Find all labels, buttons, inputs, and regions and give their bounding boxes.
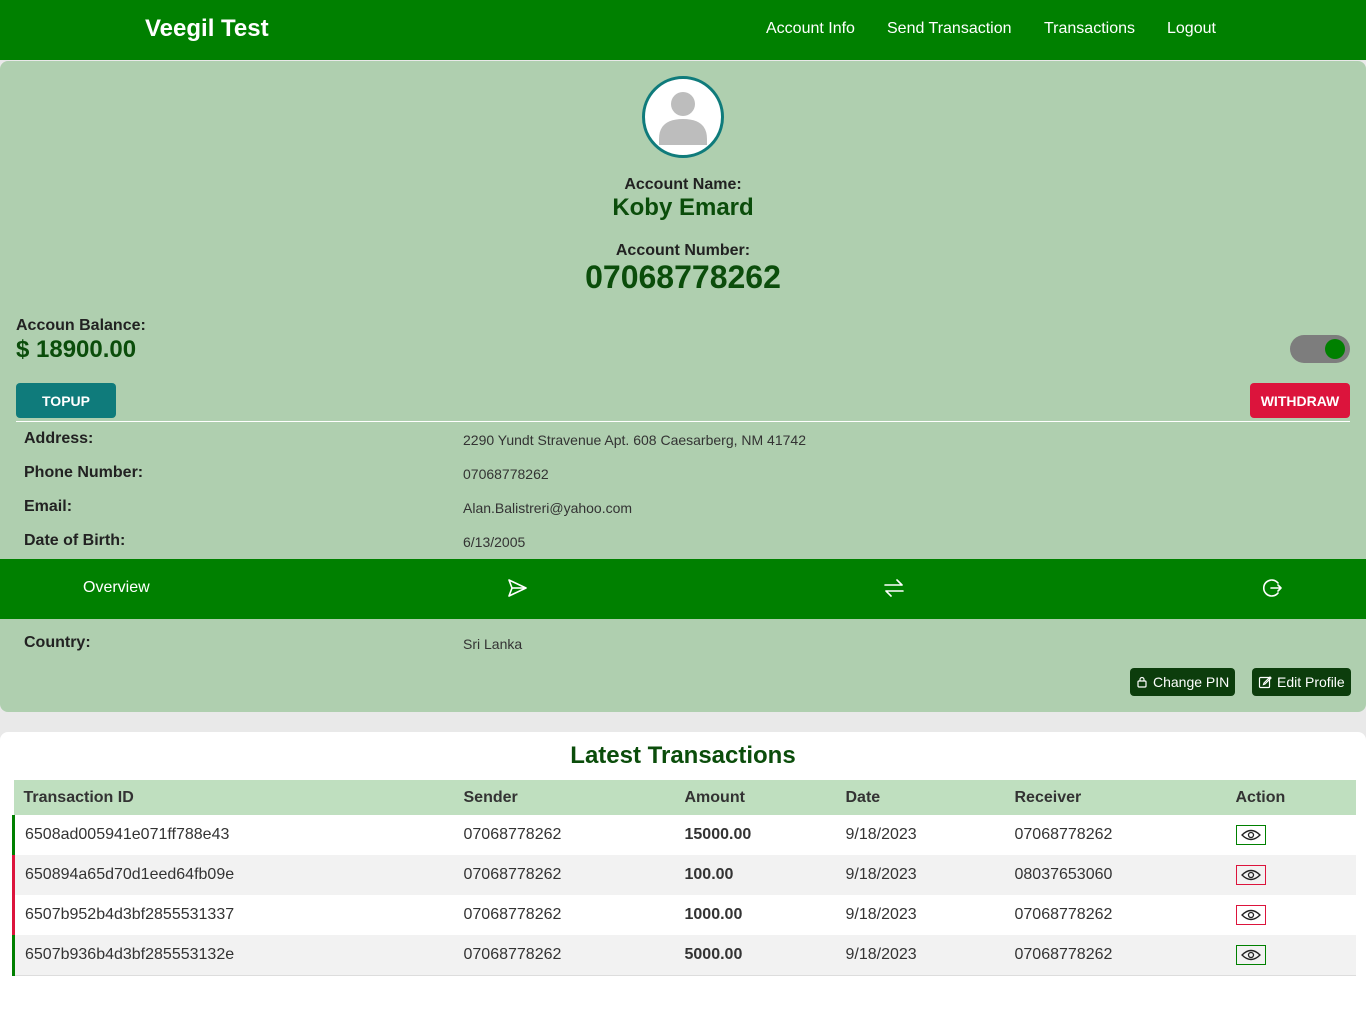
user-avatar-icon	[659, 92, 707, 145]
edit-icon	[1258, 676, 1272, 689]
latest-transactions-panel: Latest Transactions Transaction ID Sende…	[0, 732, 1366, 1036]
tx-sender: 07068778262	[463, 826, 562, 843]
view-transaction-button[interactable]	[1235, 865, 1266, 885]
tx-sender: 07068778262	[463, 906, 562, 923]
view-transaction-button[interactable]	[1235, 905, 1266, 925]
avatar	[642, 76, 724, 158]
tx-amount: 100.00	[674, 855, 836, 895]
tx-amount: 1000.00	[684, 906, 743, 923]
tx-id: 6507b952b4d3bf2855531337	[25, 906, 235, 923]
eye-icon	[1240, 909, 1261, 921]
col-date: Date	[835, 780, 1005, 815]
col-receiver: Receiver	[1004, 780, 1226, 815]
account-name-label: Account Name:	[624, 176, 742, 193]
table-row: 6507b936b4d3bf285553132e 07068778262 500…	[13, 935, 1356, 976]
phone-value: 07068778262	[463, 466, 549, 482]
topup-button[interactable]: TOPUP	[16, 383, 116, 418]
tx-id: 650894a65d70d1eed64fb09e	[13, 855, 454, 895]
balance-label: Accoun Balance:	[16, 317, 146, 334]
top-navbar: Veegil Test Account Info Send Transactio…	[0, 0, 1366, 60]
address-value: 2290 Yundt Stravenue Apt. 608 Caesarberg…	[463, 432, 806, 448]
col-transaction-id: Transaction ID	[13, 780, 454, 815]
eye-icon	[1240, 949, 1261, 960]
account-number: 07068778262	[585, 259, 781, 295]
balance-value: $ 18900.00	[16, 336, 137, 363]
table-header-row: Transaction ID Sender Amount Date Receiv…	[13, 780, 1356, 815]
view-transaction-button[interactable]	[1235, 944, 1266, 965]
col-action: Action	[1225, 780, 1356, 815]
transactions-table: Transaction ID Sender Amount Date Receiv…	[12, 780, 1356, 976]
send-icon[interactable]	[505, 576, 529, 600]
address-label: Address:	[24, 430, 94, 447]
tx-id: 6507b936b4d3bf285553132e	[13, 935, 454, 976]
change-pin-button[interactable]: Change PIN	[1130, 668, 1236, 696]
nav-send-transaction[interactable]: Send Transaction	[887, 20, 1012, 38]
transactions-title: Latest Transactions	[570, 742, 796, 769]
col-amount: Amount	[674, 780, 836, 815]
tx-receiver: 08037653060	[1004, 855, 1226, 895]
tx-sender: 07068778262	[453, 855, 675, 895]
table-row: 6507b952b4d3bf2855531337 07068778262 100…	[13, 895, 1357, 935]
table-row: 650894a65d70d1eed64fb09e 07068778262 100…	[13, 855, 1356, 895]
email-value: Alan.Balistreri@yahoo.com	[463, 500, 633, 516]
edit-profile-button[interactable]: Edit Profile	[1252, 668, 1351, 696]
eye-icon	[1240, 869, 1261, 881]
tx-id: 6508ad005941e071ff788e43	[25, 826, 230, 843]
country-value: Sri Lanka	[463, 636, 523, 652]
divider	[16, 421, 1350, 422]
tab-overview[interactable]: Overview	[83, 579, 150, 597]
view-transaction-button[interactable]	[1235, 825, 1266, 845]
email-label: Email:	[24, 498, 73, 515]
transfer-icon[interactable]	[882, 576, 906, 600]
tx-receiver: 07068778262	[1014, 906, 1113, 923]
col-sender: Sender	[453, 780, 675, 815]
tx-amount: 15000.00	[684, 826, 752, 843]
eye-icon	[1240, 829, 1261, 841]
tx-date: 9/18/2023	[835, 935, 1005, 976]
dob-label: Date of Birth:	[24, 532, 126, 549]
tx-amount: 5000.00	[674, 935, 836, 976]
balance-visibility-toggle[interactable]	[1290, 335, 1350, 363]
account-name: Koby Emard	[612, 194, 754, 221]
brand-title[interactable]: Veegil Test	[145, 15, 269, 43]
country-label: Country:	[24, 634, 91, 651]
phone-label: Phone Number:	[24, 464, 144, 481]
tx-receiver: 07068778262	[1014, 826, 1113, 843]
account-number-label: Account Number:	[615, 242, 751, 259]
nav-account-info[interactable]: Account Info	[766, 20, 855, 38]
tx-date: 9/18/2023	[845, 826, 917, 843]
toggle-knob	[1325, 339, 1345, 359]
tx-date: 9/18/2023	[835, 855, 1005, 895]
dob-value: 6/13/2005	[463, 534, 526, 550]
edit-profile-label: Edit Profile	[1277, 674, 1345, 690]
withdraw-button[interactable]: WITHDRAW	[1250, 383, 1350, 418]
bottom-tab-bar: Overview	[0, 559, 1366, 619]
tx-sender: 07068778262	[453, 935, 675, 976]
logout-icon[interactable]	[1260, 576, 1284, 600]
account-card: Account Name: Koby Emard Account Number:…	[0, 61, 1366, 712]
lock-icon	[1137, 676, 1147, 688]
nav-logout[interactable]: Logout	[1167, 20, 1216, 38]
table-row: 6508ad005941e071ff788e43 07068778262 150…	[13, 815, 1357, 855]
tx-receiver: 07068778262	[1004, 935, 1226, 976]
change-pin-label: Change PIN	[1153, 674, 1230, 690]
nav-transactions[interactable]: Transactions	[1044, 20, 1135, 38]
tx-date: 9/18/2023	[845, 906, 917, 923]
